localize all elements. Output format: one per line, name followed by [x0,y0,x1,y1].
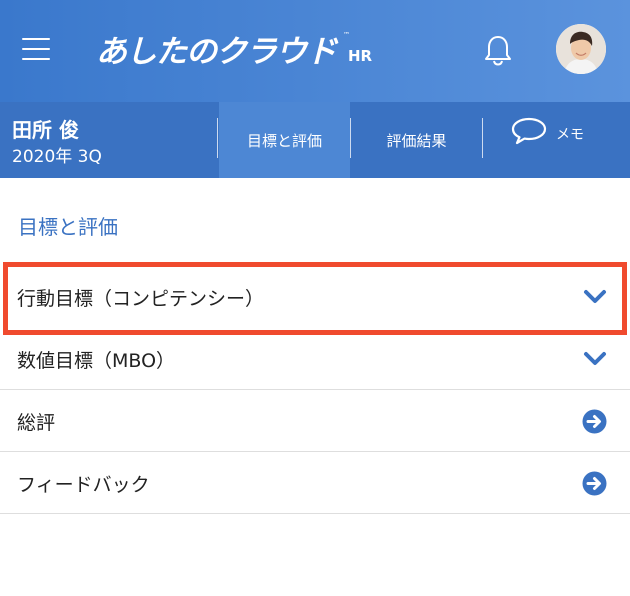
evaluation-period: 2020年 3Q [12,147,102,167]
app-logo[interactable]: あしたのクラウド [96,26,337,71]
item-label: 行動目標（コンピテンシー） [17,288,265,310]
app-header: あしたのクラウド ™ HR [0,0,630,102]
hamburger-line [22,48,50,50]
avatar-portrait [556,24,606,74]
user-name: 田所 俊 [12,118,79,142]
sub-navigation-bar: 田所 俊 2020年 3Q 目標と評価 評価結果 メモ [0,102,630,178]
logo-suffix: HR [348,47,373,65]
speech-bubble-icon [511,117,547,145]
arrow-right-circle-icon [582,409,607,434]
item-label: 数値目標（MBO） [17,350,176,372]
tab-goals-and-evaluation[interactable]: 目標と評価 [219,102,350,178]
chevron-down-icon [584,290,606,303]
list-item-overall-review[interactable]: 総評 [0,390,630,452]
hamburger-line [22,38,50,40]
hamburger-menu-icon[interactable] [22,38,50,60]
list-item-competency-goals[interactable]: 行動目標（コンピテンシー） [0,266,630,328]
tab-divider [217,118,218,158]
section-title: 目標と評価 [18,215,118,239]
tab-label: 目標と評価 [246,131,322,150]
tab-label: メモ [556,127,584,143]
bell-icon[interactable] [483,34,513,66]
item-label: フィードバック [17,474,150,496]
item-label: 総評 [17,412,56,434]
arrow-right-circle-icon [582,471,607,496]
tab-evaluation-results[interactable]: 評価結果 [351,102,482,178]
logo-trademark: ™ [343,31,350,39]
hamburger-line [22,58,50,60]
user-avatar[interactable] [556,24,606,74]
tab-label: 評価結果 [386,131,447,150]
list-item-mbo-goals[interactable]: 数値目標（MBO） [0,328,630,390]
chevron-down-icon [584,352,606,365]
list-item-feedback[interactable]: フィードバック [0,452,630,514]
